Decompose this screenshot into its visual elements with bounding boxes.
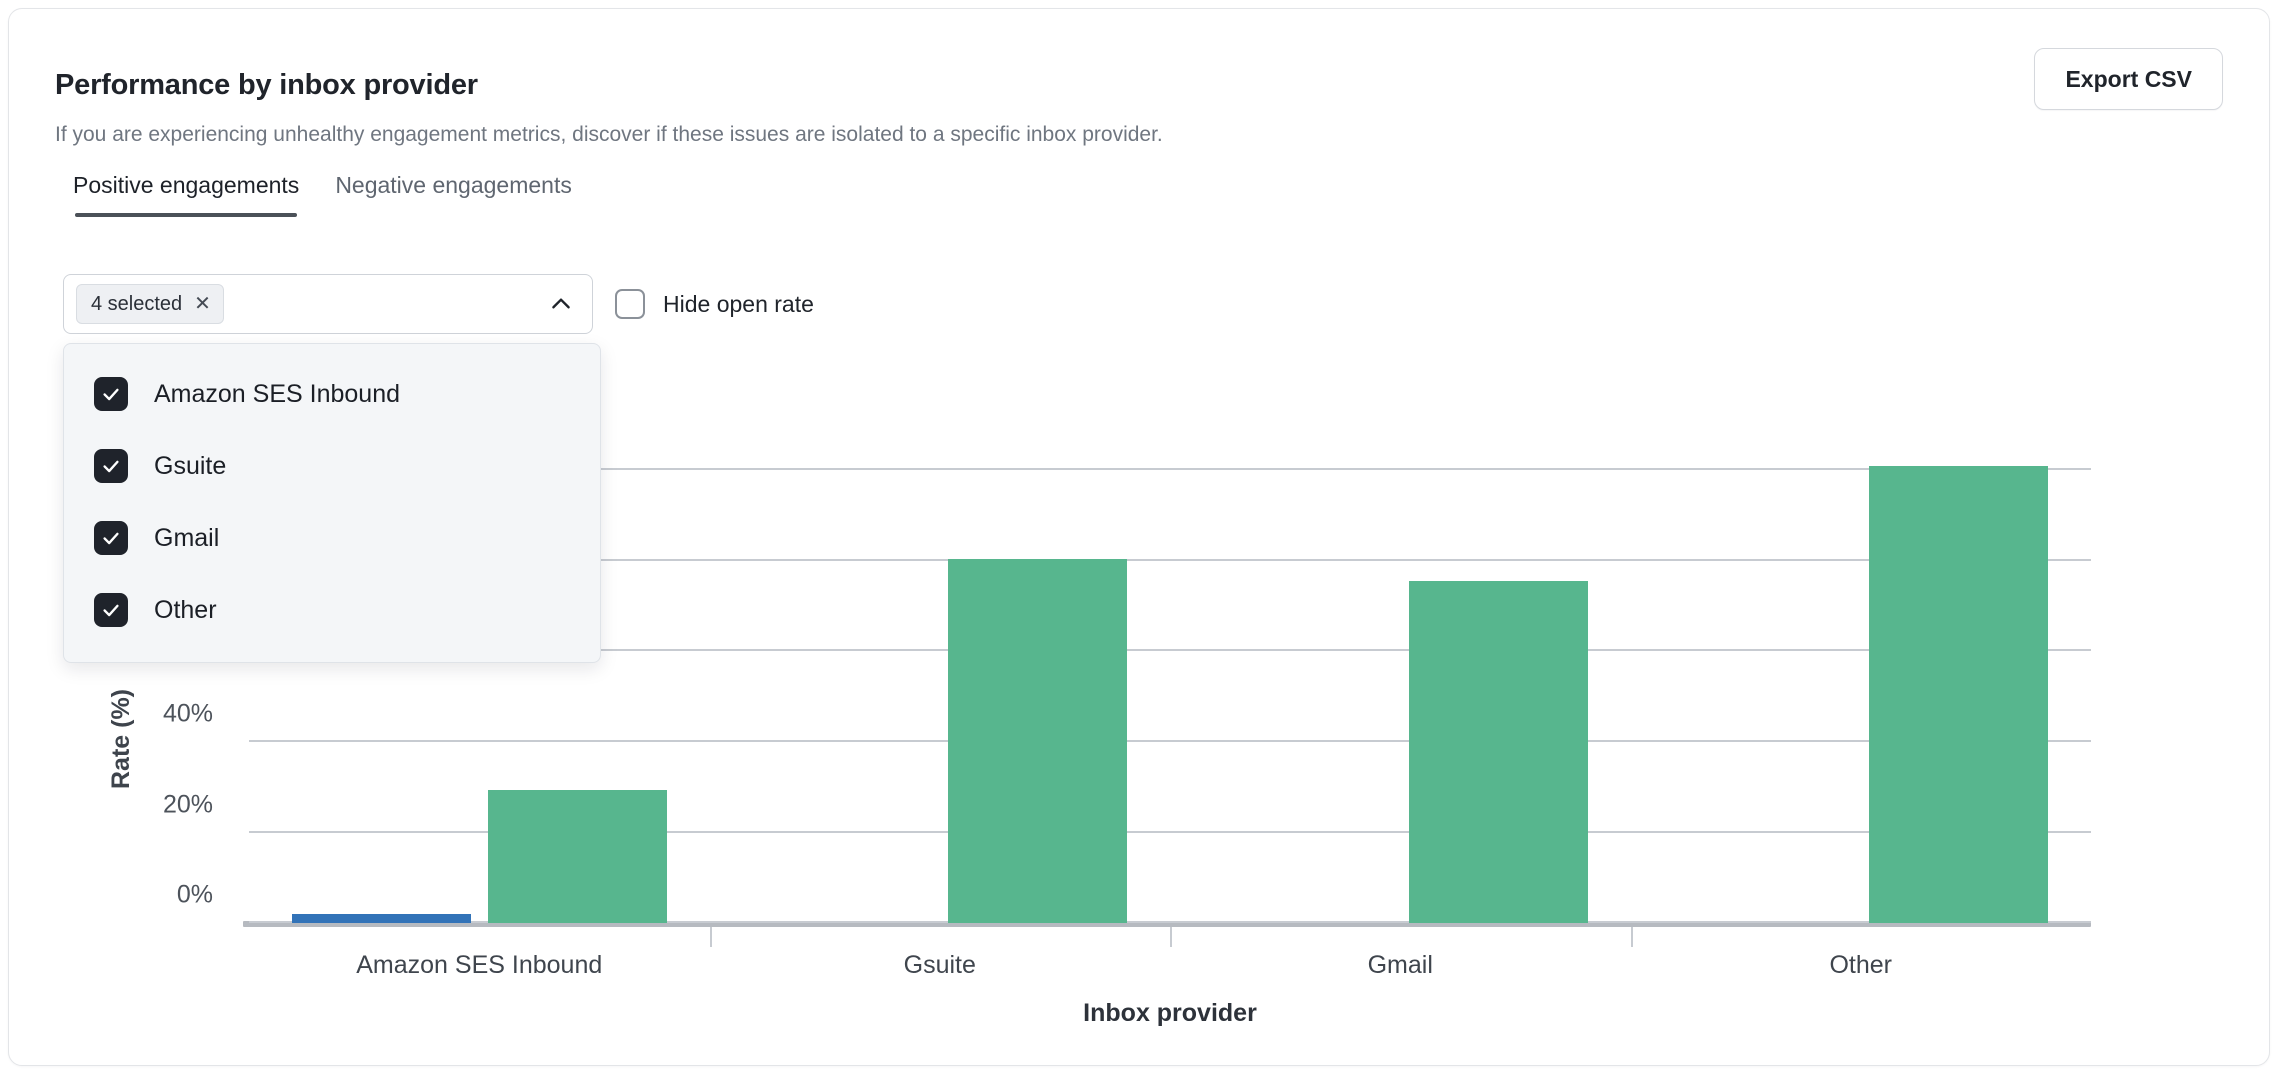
clear-selection-icon[interactable]: ✕ (194, 294, 211, 314)
tab-positive-engagements[interactable]: Positive engagements (55, 172, 317, 217)
hide-open-rate-toggle[interactable]: Hide open rate (615, 289, 814, 319)
export-csv-button[interactable]: Export CSV (2034, 48, 2223, 110)
checkbox-checked-icon[interactable] (94, 593, 128, 627)
dropdown-option-amazon-ses-inbound[interactable]: Amazon SES Inbound (64, 358, 600, 430)
dropdown-option-label: Gmail (154, 523, 220, 552)
inbox-provider-multiselect[interactable]: 4 selected ✕ (63, 274, 593, 334)
checkbox-checked-icon[interactable] (94, 521, 128, 555)
x-axis-label: Inbox provider (1083, 999, 1257, 1027)
x-axis-tick-label: Other (1829, 951, 1893, 979)
x-axis-tick-label: Gsuite (903, 951, 976, 979)
dropdown-option-other[interactable]: Other (64, 574, 600, 646)
y-axis-tick-label: 40% (162, 699, 213, 728)
y-axis-tick-label: 0% (176, 880, 213, 909)
inbox-provider-dropdown: Amazon SES Inbound Gsuite Gmail Other (63, 343, 601, 663)
selected-count-chip[interactable]: 4 selected ✕ (76, 284, 224, 324)
dropdown-option-label: Other (154, 595, 217, 624)
chart-controls: 4 selected ✕ Hide open rate (63, 274, 814, 334)
y-axis-label: Rate (%) (107, 688, 135, 789)
selected-count-label: 4 selected (91, 292, 183, 315)
chevron-up-icon[interactable] (548, 291, 574, 317)
bar[interactable] (1408, 581, 1588, 923)
checkbox-checked-icon[interactable] (94, 449, 128, 483)
bar[interactable] (948, 558, 1128, 923)
checkbox-checked-icon[interactable] (94, 377, 128, 411)
bar[interactable] (1869, 465, 2049, 923)
x-axis-tick (709, 927, 712, 947)
dropdown-option-label: Amazon SES Inbound (154, 379, 400, 408)
screen: Performance by inbox provider If you are… (0, 0, 2278, 1076)
dropdown-option-gmail[interactable]: Gmail (64, 502, 600, 574)
x-axis-tick (1170, 927, 1172, 947)
hide-open-rate-checkbox[interactable] (615, 289, 645, 319)
performance-card: Performance by inbox provider If you are… (8, 8, 2270, 1066)
hide-open-rate-label: Hide open rate (663, 290, 814, 317)
x-axis-tick-label: Amazon SES Inbound (356, 951, 603, 979)
engagement-tabs: Positive engagements Negative engagement… (55, 172, 590, 217)
card-subtitle: If you are experiencing unhealthy engage… (55, 123, 1163, 146)
tab-negative-engagements[interactable]: Negative engagements (317, 172, 590, 217)
x-axis-tick-label: Gmail (1367, 951, 1433, 979)
page-title: Performance by inbox provider (55, 69, 478, 102)
bar[interactable] (487, 789, 667, 923)
x-axis-tick (1630, 927, 1633, 947)
dropdown-option-gsuite[interactable]: Gsuite (64, 430, 600, 502)
bar[interactable] (291, 913, 471, 923)
y-axis-tick-label: 20% (162, 790, 213, 818)
dropdown-option-label: Gsuite (154, 451, 227, 480)
